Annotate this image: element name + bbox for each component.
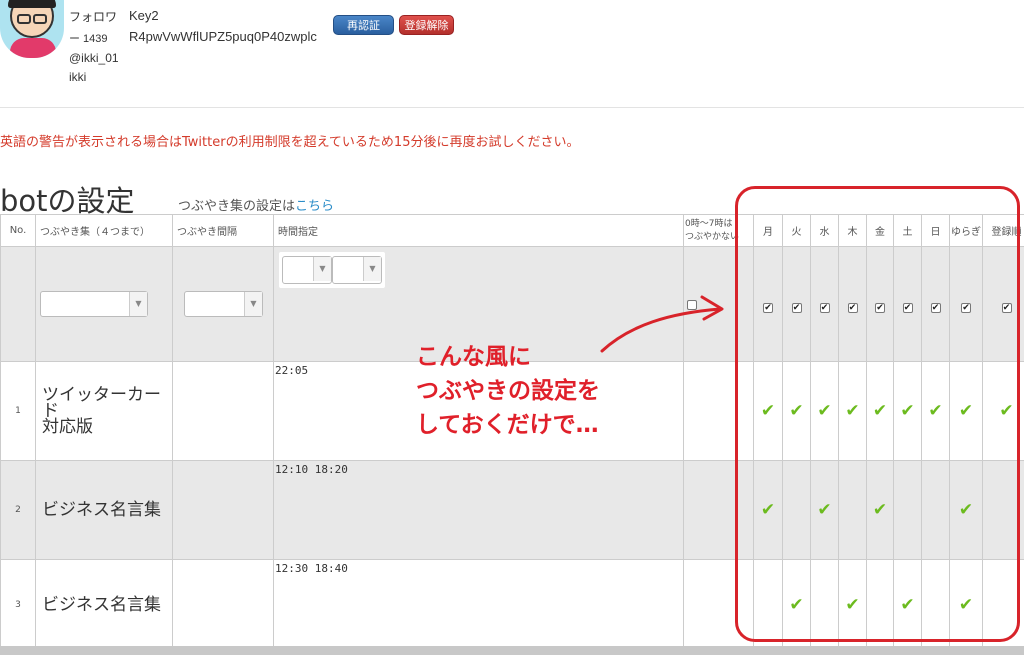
- highlight-box: [735, 186, 1020, 642]
- chevron-down-icon: ▼: [129, 292, 147, 316]
- minute-select[interactable]: ▼: [332, 256, 382, 284]
- account-name: ikki: [69, 70, 87, 84]
- annotation-text: こんな風に つぶやきの設定を しておくだけで…: [416, 340, 600, 442]
- row-number: 3: [0, 559, 36, 650]
- hour-select[interactable]: ▼: [282, 256, 332, 284]
- scheduled-times: 12:30 18:40: [273, 559, 684, 650]
- chevron-down-icon: ▼: [313, 257, 331, 281]
- tweetset-settings-link[interactable]: こちら: [295, 199, 334, 214]
- header-tweetset: つぶやき集（４つまで）: [35, 214, 173, 247]
- annotation-line-2: つぶやきの設定を: [416, 378, 600, 404]
- scheduled-times: 12:10 18:20: [273, 460, 684, 560]
- reauth-button[interactable]: 再認証: [333, 15, 394, 35]
- header-no: No.: [0, 214, 36, 247]
- unregister-button[interactable]: 登録解除: [399, 15, 454, 35]
- key-value: R4pwVwWflUPZ5puq0P40zwplc: [129, 29, 317, 44]
- chevron-down-icon: ▼: [363, 257, 381, 281]
- key-label: Key2: [129, 8, 159, 23]
- tweetset-settings-note: つぶやき集の設定はこちら: [178, 195, 334, 214]
- row-number: 2: [0, 460, 36, 560]
- tweetset-name: ビジネス名言集: [35, 460, 173, 560]
- tweetset-select[interactable]: ▼: [40, 291, 148, 317]
- header-time: 時間指定: [273, 214, 684, 247]
- divider: [0, 107, 1024, 108]
- interval-select[interactable]: ▼: [184, 291, 263, 317]
- annotation-arrow-icon: [600, 295, 724, 353]
- chevron-down-icon: ▼: [244, 292, 262, 316]
- tweetset-name: ビジネス名言集: [35, 559, 173, 650]
- follower-label: フォロワ: [69, 10, 118, 24]
- footer-bar: [0, 646, 1024, 655]
- annotation-line-1: こんな風に: [416, 344, 531, 370]
- row-number: 1: [0, 361, 36, 461]
- rate-limit-warning: 英語の警告が表示される場合はTwitterの利用制限を超えているため15分後に再…: [0, 135, 580, 150]
- tweetset-name: ツイッターカード 対応版: [35, 361, 173, 461]
- header-interval: つぶやき間隔: [172, 214, 274, 247]
- account-handle: @ikki_01: [69, 51, 119, 65]
- tweetset-prefix: つぶやき集の設定は: [178, 199, 296, 214]
- annotation-line-3: しておくだけで…: [416, 412, 599, 438]
- follower-count: ー 1439: [69, 33, 108, 45]
- avatar: [0, 0, 64, 58]
